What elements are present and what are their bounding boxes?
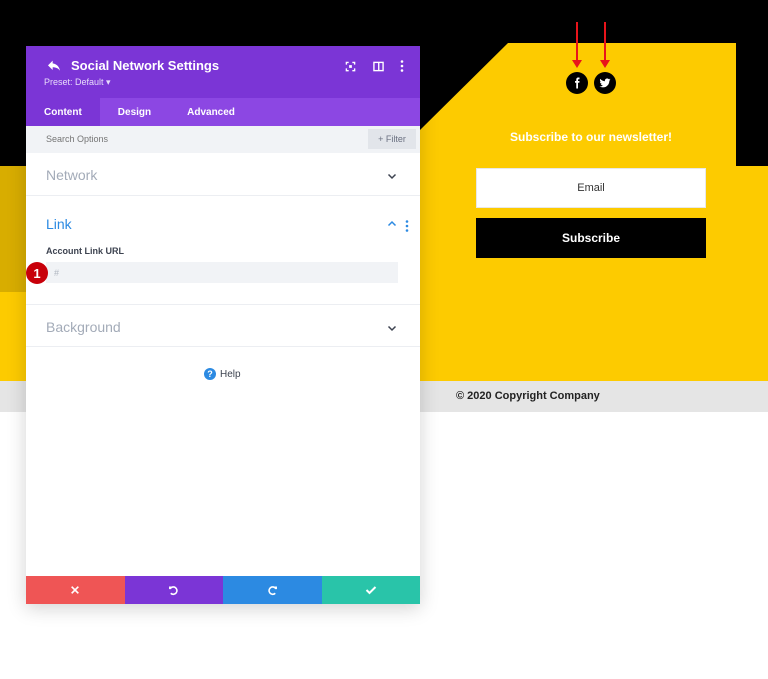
tab-design[interactable]: Design (100, 98, 169, 126)
more-options-icon[interactable] (394, 58, 410, 74)
red-arrow-facebook (572, 22, 582, 68)
section-options-icon[interactable] (405, 220, 413, 234)
social-network-settings-modal: Social Network Settings Preset: Default … (26, 46, 420, 604)
facebook-icon[interactable] (566, 72, 588, 94)
settings-tabs: Content Design Advanced (26, 98, 420, 126)
redo-icon (268, 585, 277, 595)
twitter-icon[interactable] (594, 72, 616, 94)
tab-content[interactable]: Content (26, 98, 100, 126)
chevron-up-icon[interactable] (386, 217, 398, 229)
help-link[interactable]: ? Help (204, 368, 241, 380)
modal-header: Social Network Settings Preset: Default … (26, 46, 420, 98)
red-arrow-twitter (600, 22, 610, 68)
subscribe-button[interactable]: Subscribe (476, 218, 706, 258)
newsletter-title: Subscribe to our newsletter! (509, 130, 673, 144)
account-link-url-input[interactable] (46, 262, 398, 283)
modal-title: Social Network Settings (71, 58, 220, 73)
save-button[interactable] (321, 576, 420, 604)
copyright-text: © 2020 Copyright Company (456, 390, 600, 402)
facebook-glyph-icon (575, 77, 580, 89)
search-row: + Filter (26, 126, 420, 153)
cancel-button[interactable] (26, 576, 125, 604)
filter-button[interactable]: + Filter (368, 129, 416, 149)
chevron-down-icon (386, 169, 398, 181)
undo-button[interactable] (124, 576, 223, 604)
undo-icon (169, 585, 178, 595)
fullscreen-icon[interactable] (342, 58, 358, 74)
close-icon (71, 586, 80, 594)
account-link-url-label: Account Link URL (46, 246, 124, 256)
action-bar (26, 576, 420, 604)
section-link-title[interactable]: Link (46, 216, 72, 232)
section-background-title: Background (46, 319, 121, 335)
help-label: Help (220, 368, 241, 380)
preset-selector[interactable]: Preset: Default ▾ (44, 77, 111, 88)
section-background[interactable]: Background (26, 305, 420, 347)
help-icon: ? (204, 368, 216, 380)
redo-button[interactable] (223, 576, 322, 604)
back-icon[interactable] (46, 58, 62, 74)
step-number-badge: 1 (26, 262, 48, 284)
newsletter-email-input[interactable]: Email (476, 168, 706, 208)
search-options-input[interactable] (46, 134, 346, 144)
checkmark-icon (365, 586, 376, 595)
stage: Subscribe to our newsletter! Email Subsc… (0, 0, 768, 679)
section-network[interactable]: Network (26, 153, 420, 196)
section-network-title: Network (46, 167, 98, 183)
twitter-glyph-icon (599, 78, 611, 88)
split-view-icon[interactable] (370, 58, 386, 74)
chevron-down-icon (386, 321, 398, 333)
tab-advanced[interactable]: Advanced (169, 98, 253, 126)
